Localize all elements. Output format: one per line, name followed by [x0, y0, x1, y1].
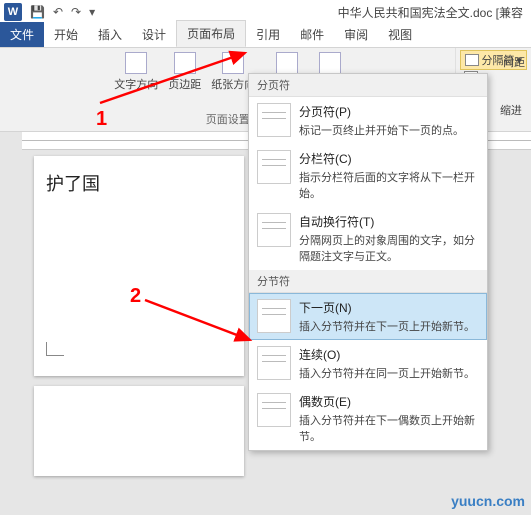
save-icon[interactable]: 💾	[30, 5, 45, 19]
tab-view[interactable]: 视图	[378, 22, 422, 47]
next-page-break-item[interactable]: 下一页(N)插入分节符并在下一页上开始新节。	[249, 293, 487, 340]
undo-icon[interactable]: ↶	[53, 5, 63, 19]
document-page-2[interactable]	[34, 386, 244, 476]
spacing-label: 间距	[497, 52, 531, 72]
text-direction-button[interactable]: 文字方向	[110, 50, 162, 94]
text-wrap-icon	[257, 213, 291, 247]
tab-mailings[interactable]: 邮件	[290, 22, 334, 47]
redo-icon[interactable]: ↷	[71, 5, 81, 19]
document-text: 护了国	[46, 174, 100, 194]
section-breaks-header: 分节符	[249, 270, 487, 293]
even-page-break-item[interactable]: 偶数页(E)插入分节符并在下一偶数页上开始新节。	[249, 387, 487, 450]
tab-insert[interactable]: 插入	[88, 22, 132, 47]
page-breaks-header: 分页符	[249, 74, 487, 97]
indent-label: 缩进	[494, 100, 531, 120]
qat-dropdown-icon[interactable]: ▾	[89, 5, 95, 19]
page-break-icon	[257, 103, 291, 137]
page-break-item[interactable]: 分页符(P)标记一页终止并开始下一页的点。	[249, 97, 487, 144]
breaks-dropdown-menu: 分页符 分页符(P)标记一页终止并开始下一页的点。 分栏符(C)指示分栏符后面的…	[248, 73, 488, 451]
tab-design[interactable]: 设计	[132, 22, 176, 47]
document-title: 中华人民共和国宪法全文.doc [兼容	[338, 4, 527, 21]
tab-page-layout[interactable]: 页面布局	[176, 20, 246, 47]
text-wrapping-break-item[interactable]: 自动换行符(T)分隔网页上的对象周围的文字，如分隔题注文字与正文。	[249, 207, 487, 270]
column-break-icon	[257, 150, 291, 184]
tab-review[interactable]: 审阅	[334, 22, 378, 47]
tab-file[interactable]: 文件	[0, 22, 44, 47]
document-page-1[interactable]: 护了国 国防。	[34, 156, 244, 376]
word-app-icon: W	[4, 3, 22, 21]
next-page-icon	[257, 299, 291, 333]
continuous-icon	[257, 346, 291, 380]
tab-home[interactable]: 开始	[44, 22, 88, 47]
column-break-item[interactable]: 分栏符(C)指示分栏符后面的文字将从下一栏开始。	[249, 144, 487, 207]
tab-references[interactable]: 引用	[246, 22, 290, 47]
even-page-icon	[257, 393, 291, 427]
page-setup-group-label: 页面设置	[206, 109, 250, 129]
continuous-break-item[interactable]: 连续(O)插入分节符并在同一页上开始新节。	[249, 340, 487, 387]
section-break-mark	[46, 342, 64, 356]
watermark: yuucn.com	[451, 493, 525, 509]
margins-button[interactable]: 页边距	[164, 50, 205, 94]
